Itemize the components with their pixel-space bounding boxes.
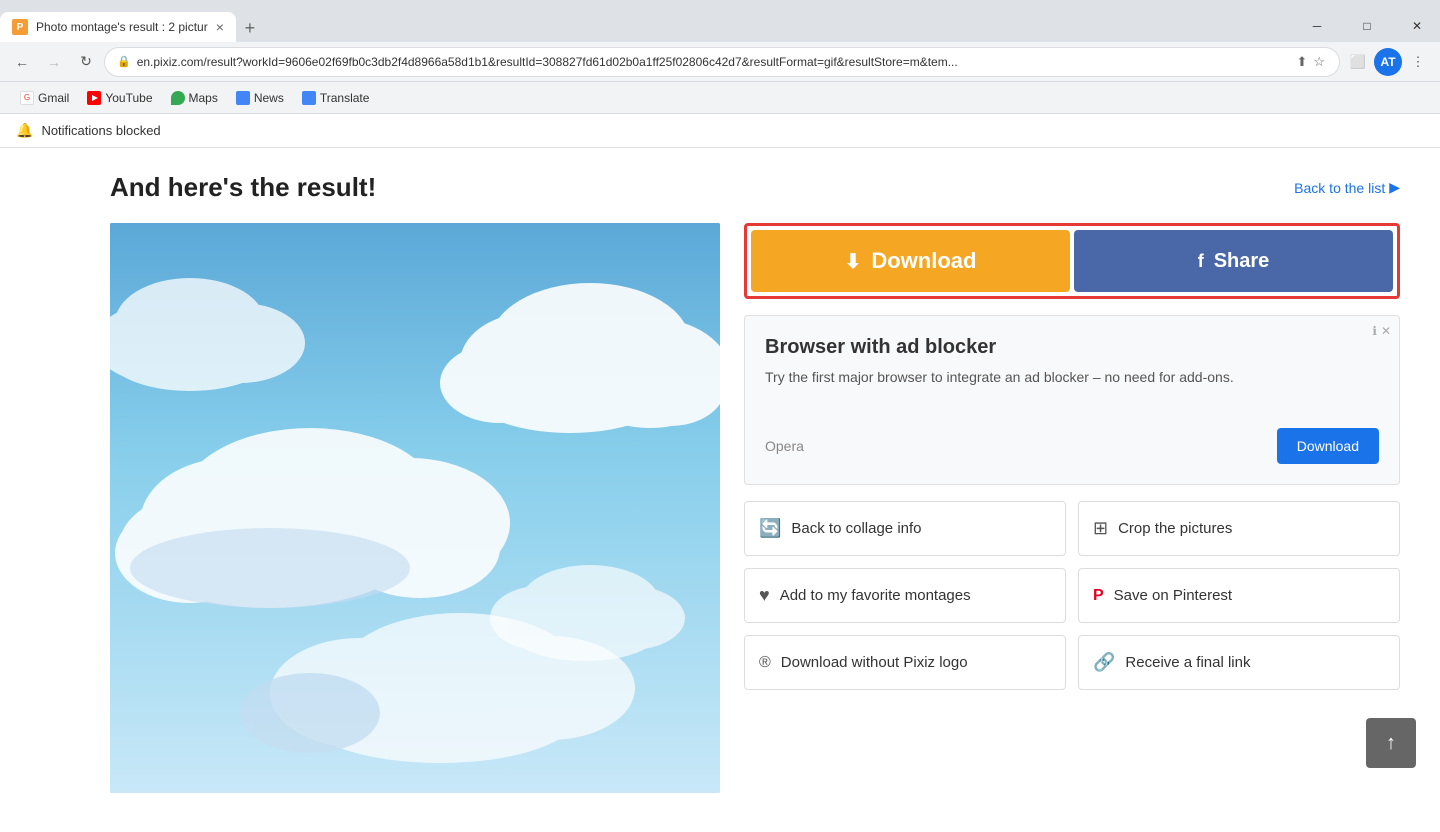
bookmark-translate-label: Translate — [320, 91, 370, 105]
registered-icon: ® — [759, 654, 771, 672]
gmail-icon: G — [20, 91, 34, 105]
crop-pictures-button[interactable]: ⊞ Crop the pictures — [1078, 501, 1400, 556]
ad-close-icon[interactable]: ✕ — [1381, 324, 1391, 338]
bookmark-maps[interactable]: Maps — [163, 87, 226, 109]
save-pinterest-label: Save on Pinterest — [1114, 587, 1232, 604]
ad-title: Browser with ad blocker — [765, 336, 1379, 359]
cloud-background — [110, 223, 720, 793]
forward-button[interactable]: → — [40, 48, 68, 76]
link-icon: 🔗 — [1093, 652, 1115, 673]
bookmark-youtube-label: YouTube — [105, 91, 152, 105]
back-to-list-label: Back to the list — [1294, 180, 1385, 196]
menu-button[interactable]: ⋮ — [1404, 48, 1432, 76]
notification-icon: 🔔 — [16, 122, 33, 139]
save-pinterest-button[interactable]: P Save on Pinterest — [1078, 568, 1400, 623]
main-area: ⬇ Download f Share ℹ ✕ Browser with ad b… — [110, 223, 1400, 793]
ad-text: Try the first major browser to integrate… — [765, 367, 1379, 388]
crop-icon: ⊞ — [1093, 518, 1108, 539]
ad-footer: Opera Download — [765, 428, 1379, 464]
result-image-panel — [110, 223, 720, 793]
ad-download-button[interactable]: Download — [1277, 428, 1379, 464]
primary-action-row: ⬇ Download f Share — [744, 223, 1400, 299]
tab-close-button[interactable]: × — [216, 19, 224, 35]
browser-tab[interactable]: P Photo montage's result : 2 pictur × — [0, 12, 236, 42]
ad-controls[interactable]: ℹ ✕ — [1372, 324, 1391, 338]
download-no-logo-button[interactable]: ® Download without Pixiz logo — [744, 635, 1066, 690]
bookmark-gmail-label: Gmail — [38, 91, 69, 105]
result-header: And here's the result! Back to the list … — [110, 172, 1400, 203]
facebook-icon: f — [1198, 251, 1204, 272]
right-panel: ⬇ Download f Share ℹ ✕ Browser with ad b… — [744, 223, 1400, 793]
back-to-collage-label: Back to collage info — [791, 520, 921, 537]
bookmark-translate[interactable]: Translate — [294, 87, 378, 109]
translate-icon — [302, 91, 316, 105]
share-address-button[interactable]: ⬆ — [1294, 52, 1309, 72]
minimize-button[interactable]: ─ — [1294, 10, 1340, 42]
bookmark-news[interactable]: News — [228, 87, 292, 109]
address-bar[interactable]: 🔒 en.pixiz.com/result?workId=9606e02f69f… — [104, 47, 1340, 77]
youtube-icon — [87, 91, 101, 105]
tab-favicon: P — [12, 19, 28, 35]
maps-icon — [171, 91, 185, 105]
lock-icon: 🔒 — [117, 55, 131, 68]
advertisement-box: ℹ ✕ Browser with ad blocker Try the firs… — [744, 315, 1400, 485]
tab-title: Photo montage's result : 2 pictur — [36, 20, 208, 34]
refresh-icon: 🔄 — [759, 518, 781, 539]
bookmark-youtube[interactable]: YouTube — [79, 87, 160, 109]
refresh-button[interactable]: ↻ — [72, 48, 100, 76]
back-arrow-icon: ▶ — [1389, 179, 1400, 196]
news-icon — [236, 91, 250, 105]
clouds-svg — [110, 223, 720, 793]
crop-pictures-label: Crop the pictures — [1118, 520, 1232, 537]
scroll-to-top-button[interactable]: ↑ — [1366, 718, 1416, 768]
add-favorite-button[interactable]: ♥ Add to my favorite montages — [744, 568, 1066, 623]
heart-icon: ♥ — [759, 585, 770, 606]
profile-button[interactable]: AT — [1374, 48, 1402, 76]
address-text: en.pixiz.com/result?workId=9606e02f69fb0… — [137, 55, 1289, 69]
download-button[interactable]: ⬇ Download — [751, 230, 1070, 292]
notification-text: Notifications blocked — [41, 123, 160, 138]
back-to-list-link[interactable]: Back to the list ▶ — [1294, 179, 1400, 196]
share-button[interactable]: f Share — [1074, 230, 1393, 292]
maximize-button[interactable]: □ — [1344, 10, 1390, 42]
action-grid: 🔄 Back to collage info ⊞ Crop the pictur… — [744, 501, 1400, 690]
back-button[interactable]: ← — [8, 48, 36, 76]
extensions-icon: ⬜ — [1350, 54, 1366, 70]
pinterest-icon: P — [1093, 587, 1104, 605]
share-label: Share — [1214, 250, 1270, 273]
download-no-logo-label: Download without Pixiz logo — [781, 654, 968, 671]
close-button[interactable]: ✕ — [1394, 10, 1440, 42]
new-tab-button[interactable]: + — [236, 14, 264, 42]
receive-link-label: Receive a final link — [1125, 654, 1250, 671]
bookmark-gmail[interactable]: G Gmail — [12, 87, 77, 109]
bookmark-button[interactable]: ☆ — [1311, 52, 1327, 72]
page-content: And here's the result! Back to the list … — [0, 148, 1440, 832]
ad-info-icon[interactable]: ℹ — [1372, 324, 1377, 338]
bookmarks-bar: G Gmail YouTube Maps News Translate — [0, 82, 1440, 114]
add-favorite-label: Add to my favorite montages — [780, 587, 971, 604]
extensions-button[interactable]: ⬜ — [1344, 48, 1372, 76]
notification-bar: 🔔 Notifications blocked — [0, 114, 1440, 148]
page-title: And here's the result! — [110, 172, 376, 203]
back-to-collage-button[interactable]: 🔄 Back to collage info — [744, 501, 1066, 556]
ad-brand: Opera — [765, 438, 804, 454]
receive-link-button[interactable]: 🔗 Receive a final link — [1078, 635, 1400, 690]
bookmark-news-label: News — [254, 91, 284, 105]
download-icon: ⬇ — [845, 249, 862, 274]
download-label: Download — [871, 248, 976, 274]
menu-icon: ⋮ — [1412, 54, 1425, 70]
bookmark-maps-label: Maps — [189, 91, 218, 105]
